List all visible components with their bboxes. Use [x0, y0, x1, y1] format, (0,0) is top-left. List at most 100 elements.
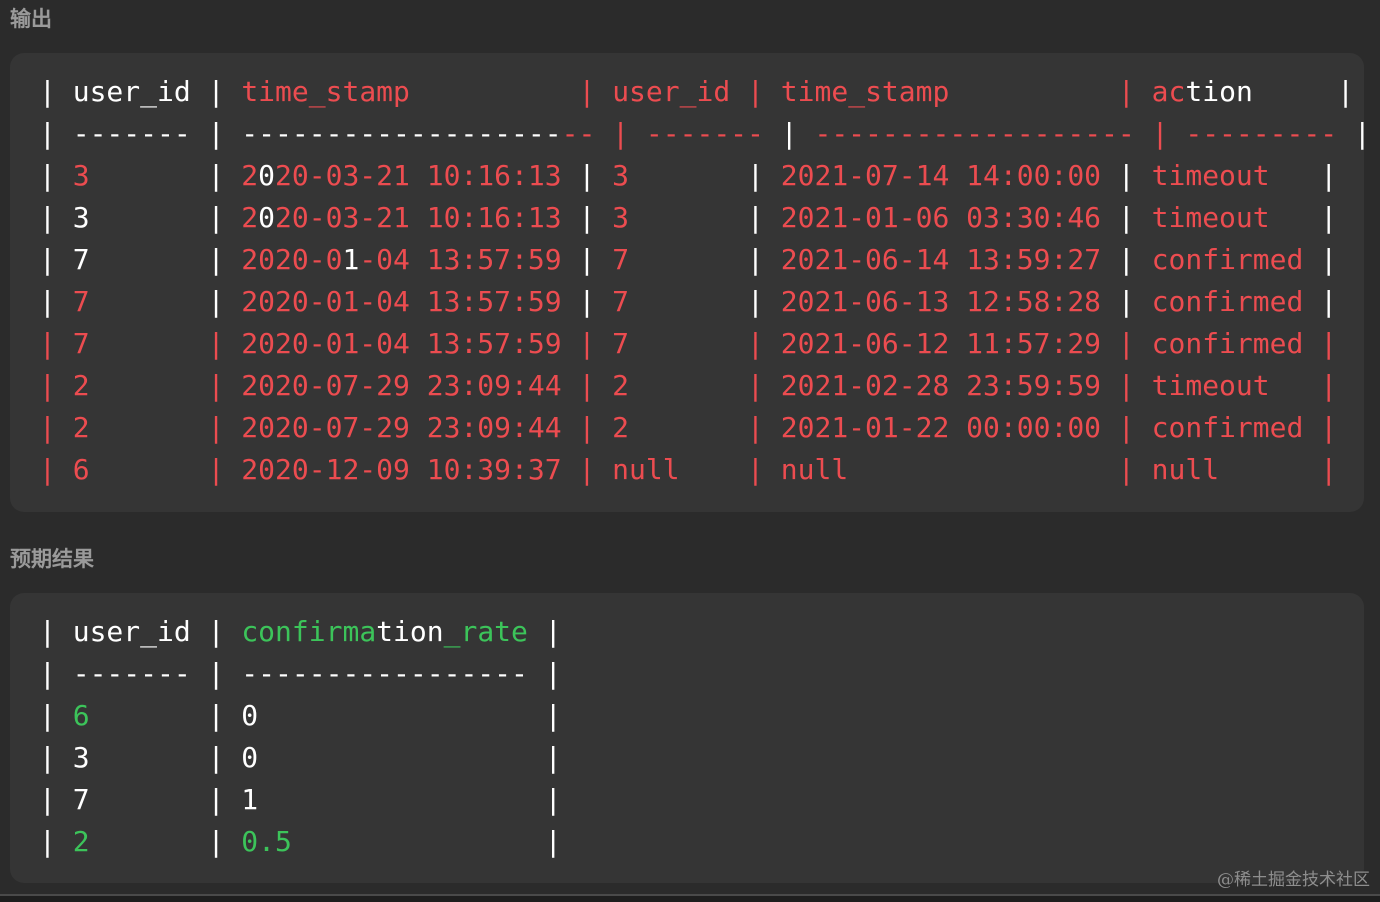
- table-segment: |: [89, 699, 242, 732]
- table-segment: |: [578, 369, 613, 402]
- table-segment: ---------: [1185, 117, 1354, 150]
- table-segment: |: [578, 285, 613, 318]
- table-segment: |: [190, 615, 242, 648]
- table-segment: confirma: [241, 615, 377, 648]
- table-segment: |: [1117, 243, 1152, 276]
- table-segment: |: [1320, 243, 1338, 276]
- table-segment: |: [527, 615, 562, 648]
- output-table-text[interactable]: | user_id | time_stamp | user_id | time_…: [39, 71, 1371, 491]
- table-segment: user_id: [612, 75, 731, 108]
- table-segment: |: [544, 783, 562, 816]
- table-segment: |: [39, 453, 73, 486]
- table-segment: |: [1320, 411, 1338, 444]
- table-segment: user_id: [72, 615, 191, 648]
- table-line: | 2 | 2020-07-29 23:09:44 | 2 | 2021-01-…: [39, 407, 1371, 449]
- table-segment: |: [89, 201, 242, 234]
- table-segment: 2020-0: [241, 243, 343, 276]
- table-segment: -------------------: [241, 117, 562, 150]
- table-segment: |: [89, 825, 242, 858]
- table-segment: |: [1320, 327, 1338, 360]
- table-segment: |: [1353, 117, 1371, 150]
- table-segment: |: [1337, 75, 1354, 108]
- table-segment: |: [39, 201, 73, 234]
- table-segment: |: [89, 411, 242, 444]
- table-segment: |: [1117, 159, 1152, 192]
- table-segment: |: [39, 243, 73, 276]
- table-segment: 0.5: [241, 825, 292, 858]
- table-segment: 2: [241, 201, 259, 234]
- table-segment: confirmed: [1151, 285, 1321, 318]
- table-line: | 6 | 0 |: [39, 695, 562, 737]
- table-segment: |: [39, 159, 73, 192]
- table-line: | 3 | 2020-03-21 10:16:13 | 3 | 2021-01-…: [39, 197, 1371, 239]
- table-line: | ------- | --------------------- | ----…: [39, 113, 1371, 155]
- table-segment: -------------------: [814, 117, 1152, 150]
- table-segment: |: [747, 327, 781, 360]
- table-segment: 7: [72, 243, 90, 276]
- table-segment: 7: [72, 783, 90, 816]
- table-segment: |: [730, 75, 781, 108]
- table-segment: 2021-01-22 00:00:00: [780, 411, 1118, 444]
- table-segment: 1: [241, 783, 545, 816]
- table-segment: |: [747, 369, 781, 402]
- expected-code-panel: | user_id | confirmation_rate | | -------…: [10, 593, 1364, 883]
- table-segment: |: [1117, 327, 1152, 360]
- table-segment: |: [578, 453, 613, 486]
- table-segment: |: [89, 327, 242, 360]
- table-segment: confirmed: [1151, 411, 1321, 444]
- table-segment: 2020-01-04 13:57:59: [241, 285, 579, 318]
- table-segment: user_id: [72, 75, 191, 108]
- bottom-strip: [0, 896, 1380, 902]
- table-segment: |: [89, 243, 242, 276]
- table-segment: -----------------: [241, 657, 545, 690]
- table-segment: 3: [612, 159, 748, 192]
- table-segment: |: [207, 657, 242, 690]
- table-segment: timeout: [1151, 369, 1321, 402]
- table-line: | 7 | 2020-01-04 13:57:59 | 7 | 2021-06-…: [39, 239, 1371, 281]
- table-segment: 3: [72, 159, 90, 192]
- table-segment: null: [612, 453, 748, 486]
- table-segment: |: [578, 159, 613, 192]
- table-segment: 0: [258, 159, 276, 192]
- table-segment: 3: [72, 201, 90, 234]
- table-segment: |: [39, 117, 73, 150]
- table-segment: |: [544, 699, 562, 732]
- table-segment: 6: [72, 699, 90, 732]
- table-segment: |: [39, 699, 73, 732]
- expected-table-text[interactable]: | user_id | confirmation_rate | | -------…: [39, 611, 562, 863]
- table-segment: |: [190, 75, 242, 108]
- table-segment: 7: [612, 327, 748, 360]
- table-segment: |: [89, 159, 242, 192]
- table-segment: -04 13:57:59: [359, 243, 579, 276]
- table-segment: |: [747, 243, 781, 276]
- table-line: | 3 | 0 |: [39, 737, 562, 779]
- table-segment: 2021-06-12 11:57:29: [780, 327, 1118, 360]
- table-segment: null: [1151, 453, 1321, 486]
- table-segment: |: [780, 117, 815, 150]
- table-segment: |: [89, 285, 242, 318]
- table-segment: 2021-02-28 23:59:59: [780, 369, 1118, 402]
- table-line: | 6 | 2020-12-09 10:39:37 | null | null …: [39, 449, 1371, 491]
- table-segment: 2: [72, 825, 90, 858]
- table-segment: timeout: [1151, 201, 1321, 234]
- table-line: | 2 | 0.5 |: [39, 821, 562, 863]
- table-segment: tion: [376, 615, 444, 648]
- table-segment: |: [39, 285, 73, 318]
- table-segment: confirmed: [1151, 327, 1321, 360]
- table-segment: |: [747, 285, 781, 318]
- table-segment: |: [1151, 117, 1186, 150]
- table-segment: -------: [72, 117, 208, 150]
- table-segment: |: [89, 783, 242, 816]
- table-segment: |: [39, 825, 73, 858]
- table-segment: |: [39, 411, 73, 444]
- table-segment: |: [747, 411, 781, 444]
- table-line: | ------- | ----------------- |: [39, 653, 562, 695]
- table-segment: |: [747, 201, 781, 234]
- table-segment: |: [89, 741, 242, 774]
- table-segment: |: [1117, 411, 1152, 444]
- table-segment: |: [39, 657, 73, 690]
- table-segment: _rate: [443, 615, 528, 648]
- table-segment: ac: [1151, 75, 1186, 108]
- table-segment: 0: [241, 699, 545, 732]
- table-segment: 2021-07-14 14:00:00: [780, 159, 1118, 192]
